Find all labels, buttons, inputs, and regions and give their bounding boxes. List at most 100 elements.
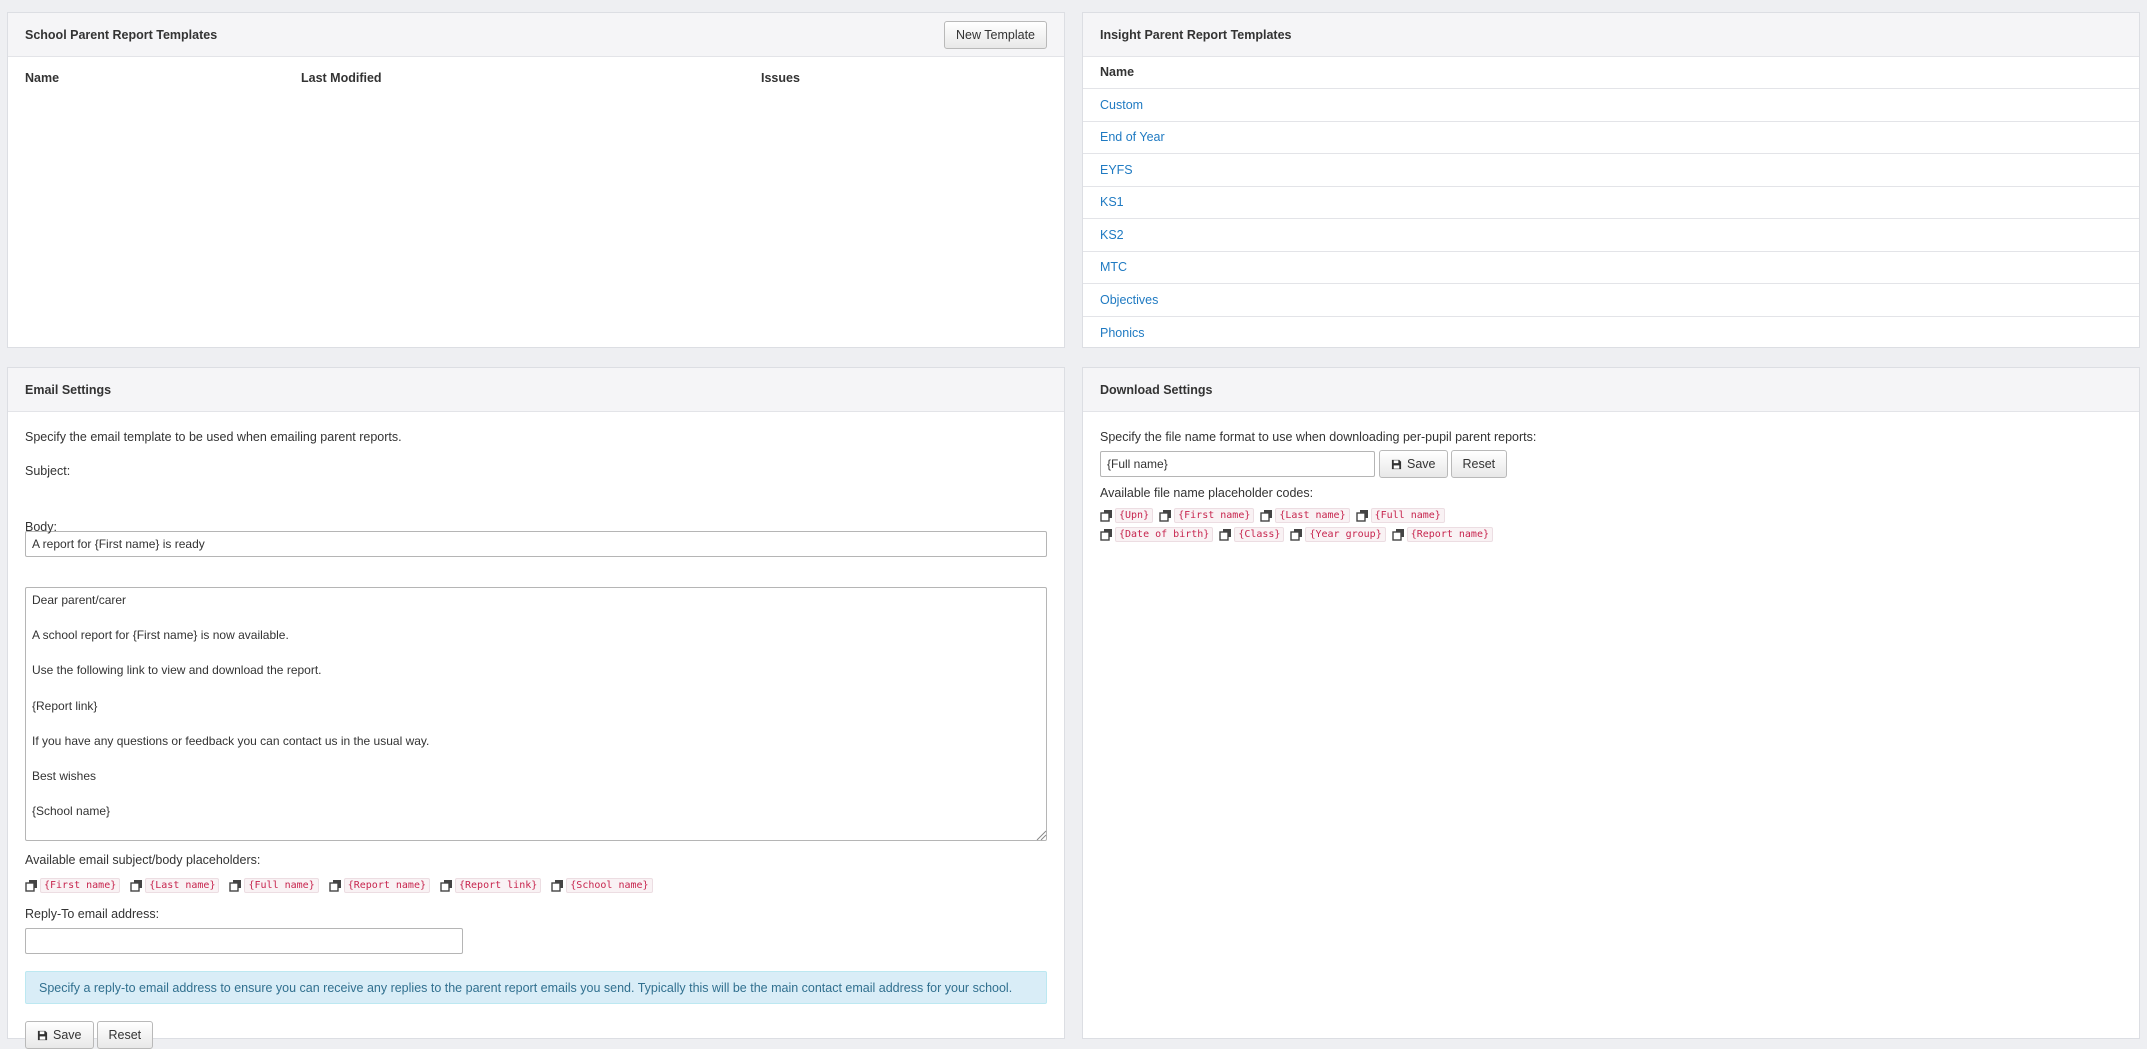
email-reset-button[interactable]: Reset (96, 1021, 154, 1049)
email-settings-body: Specify the email template to be used wh… (8, 412, 1064, 1049)
template-link-ks2[interactable]: KS2 (1100, 228, 1124, 242)
copy-icon[interactable] (1100, 509, 1113, 522)
download-reset-button[interactable]: Reset (1450, 450, 1508, 478)
list-item: MTC (1083, 252, 2139, 284)
insight-templates-panel: Insight Parent Report Templates Name Cus… (1082, 12, 2140, 348)
placeholder-chip: {Last name} (130, 878, 220, 893)
email-intro-text: Specify the email template to be used wh… (25, 430, 402, 444)
body-label: Body: (25, 520, 57, 534)
email-placeholders-label: Available email subject/body placeholder… (25, 853, 261, 867)
list-item: Custom (1083, 89, 2139, 122)
email-save-button[interactable]: Save (25, 1021, 94, 1049)
download-settings-title: Download Settings (1100, 382, 1213, 397)
list-item: Phonics (1083, 317, 2139, 350)
placeholder-chip: {First name} (25, 878, 121, 893)
copy-icon[interactable] (1219, 528, 1232, 541)
email-settings-panel: Email Settings Specify the email templat… (7, 367, 1065, 1049)
placeholder-code: {Report name} (343, 878, 430, 893)
placeholder-chip: {Upn} (1100, 508, 1154, 523)
placeholder-code: {Upn} (1115, 508, 1154, 523)
copy-icon[interactable] (1355, 509, 1369, 522)
placeholder-code: {Full name} (244, 878, 319, 893)
placeholder-chip: {Year group} (1290, 527, 1386, 542)
reply-to-label: Reply-To email address: (25, 907, 160, 921)
download-save-label: Save (1407, 457, 1436, 471)
column-issues[interactable]: Issues (761, 71, 800, 85)
copy-icon[interactable] (1392, 528, 1405, 541)
insight-templates-table-header: Name (1083, 57, 2139, 89)
subject-input[interactable] (25, 531, 1047, 557)
download-actions: Save Reset (1379, 450, 1508, 478)
email-save-label: Save (53, 1028, 82, 1042)
template-link-eyfs[interactable]: EYFS (1100, 163, 1133, 177)
placeholder-code: {Report name} (1406, 527, 1493, 542)
download-save-button[interactable]: Save (1379, 450, 1448, 478)
list-item: KS1 (1083, 187, 2139, 219)
placeholder-chip: {Report link} (440, 878, 542, 893)
subject-label: Subject: (25, 464, 71, 478)
placeholder-code: {Full name} (1370, 508, 1445, 523)
placeholder-chip: {Date of birth} (1100, 527, 1214, 542)
copy-icon[interactable] (551, 879, 564, 892)
filename-format-input[interactable] (1100, 451, 1375, 477)
list-item: End of Year (1083, 122, 2139, 154)
placeholder-chip: {Report name} (329, 878, 430, 893)
floppy-disk-icon (1391, 459, 1402, 469)
school-templates-header: School Parent Report Templates New Templ… (8, 13, 1064, 57)
placeholder-code: {Date of birth} (1115, 527, 1214, 542)
template-link-mtc[interactable]: MTC (1100, 260, 1127, 274)
placeholder-code: {Last name} (1275, 508, 1350, 523)
placeholder-code: {Report link} (455, 878, 542, 893)
filename-codes-row-2: {Date of birth} {Class} {Year group} {Re… (1100, 527, 1499, 542)
column-last-modified[interactable]: Last Modified (301, 71, 382, 85)
placeholder-chip: {Report name} (1392, 527, 1493, 542)
insight-templates-title: Insight Parent Report Templates (1100, 27, 1292, 42)
filename-codes-row-1: {Upn} {First name} {Last name} {Full nam… (1100, 508, 1451, 523)
school-templates-title: School Parent Report Templates (25, 27, 218, 42)
download-settings-body: Specify the file name format to use when… (1083, 412, 2139, 1038)
template-link-end-of-year[interactable]: End of Year (1100, 130, 1165, 144)
copy-icon[interactable] (130, 879, 143, 892)
floppy-disk-icon (37, 1030, 48, 1040)
email-settings-title: Email Settings (25, 382, 112, 397)
download-intro-text: Specify the file name format to use when… (1100, 430, 1537, 444)
body-textarea[interactable]: Dear parent/carer A school report for {F… (25, 587, 1047, 841)
school-templates-panel: School Parent Report Templates New Templ… (7, 12, 1065, 348)
column-name[interactable]: Name (1100, 65, 1134, 79)
copy-icon[interactable] (1260, 509, 1273, 522)
column-name[interactable]: Name (25, 71, 59, 85)
copy-icon[interactable] (440, 879, 453, 892)
download-settings-panel: Download Settings Specify the file name … (1082, 367, 2140, 1039)
template-link-custom[interactable]: Custom (1100, 98, 1143, 112)
template-link-phonics[interactable]: Phonics (1100, 326, 1144, 340)
new-template-button[interactable]: New Template (944, 20, 1047, 49)
copy-icon[interactable] (1100, 528, 1113, 541)
placeholder-code: {Class} (1234, 527, 1285, 542)
reply-to-input[interactable] (25, 928, 463, 954)
insight-templates-header: Insight Parent Report Templates (1083, 13, 2139, 57)
copy-icon[interactable] (25, 879, 38, 892)
copy-icon[interactable] (1290, 528, 1303, 541)
placeholder-code: {First name} (40, 878, 121, 893)
placeholder-chip: {Last name} (1260, 508, 1350, 523)
copy-icon[interactable] (229, 879, 242, 892)
placeholder-chip: {Class} (1219, 527, 1285, 542)
download-settings-header: Download Settings (1083, 368, 2139, 412)
template-link-ks1[interactable]: KS1 (1100, 195, 1124, 209)
template-link-objectives[interactable]: Objectives (1100, 293, 1158, 307)
placeholder-chip: {Full name} (229, 878, 319, 893)
copy-icon[interactable] (1159, 509, 1172, 522)
list-item: KS2 (1083, 219, 2139, 252)
copy-icon[interactable] (329, 879, 342, 892)
reply-to-info-text: Specify a reply-to email address to ensu… (39, 980, 1013, 995)
school-templates-table-header: Name Last Modified Issues (8, 63, 1064, 93)
reply-to-info-alert: Specify a reply-to email address to ensu… (25, 971, 1047, 1004)
placeholder-chip: {Full name} (1355, 508, 1445, 523)
placeholder-code: {Last name} (145, 878, 220, 893)
resize-grip-icon[interactable] (1035, 829, 1047, 841)
placeholder-chip: {School name} (551, 878, 653, 893)
placeholder-code: {School name} (566, 878, 653, 893)
placeholder-code: {Year group} (1305, 527, 1386, 542)
placeholder-chip: {First name} (1159, 508, 1255, 523)
email-actions: Save Reset (25, 1021, 154, 1049)
